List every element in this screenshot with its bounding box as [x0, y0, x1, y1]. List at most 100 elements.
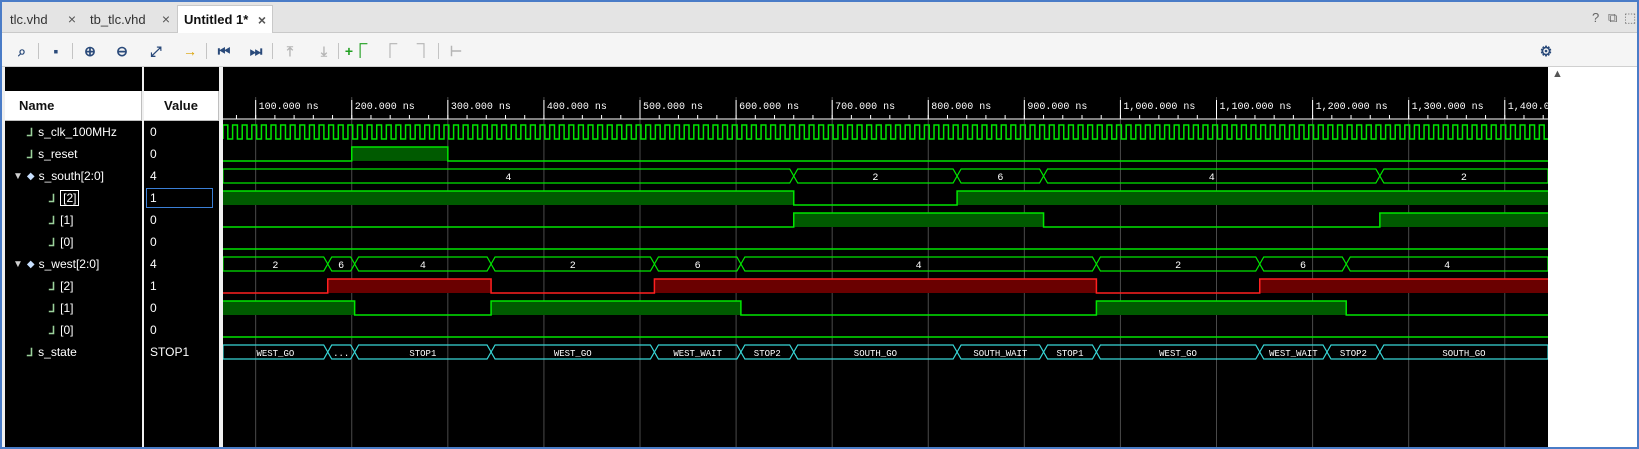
south-bit2-waveform-high-fill	[223, 191, 794, 205]
tab-bar: tlc.vhd × tb_tlc.vhd × Untitled 1* × ? ⧉…	[2, 2, 1637, 33]
state-bus-label: WEST_WAIT	[1269, 349, 1318, 359]
close-icon[interactable]: ×	[68, 11, 76, 27]
south-bus-label: 4	[1209, 173, 1215, 184]
south-bit2-waveform-high-fill	[957, 191, 1548, 205]
zoom-out-icon[interactable]: ⊖	[112, 41, 132, 61]
signal-value: STOP1	[150, 345, 190, 359]
west-bus-label: 2	[1175, 261, 1181, 272]
go-to-cursor-icon[interactable]: →	[180, 41, 200, 61]
signal-value: 4	[150, 257, 157, 271]
signal-row-s-west-2[interactable]: ⅃ [2]	[49, 275, 73, 297]
close-icon[interactable]: ×	[258, 12, 266, 28]
west-bus-label: 4	[916, 261, 922, 272]
go-to-start-icon[interactable]: ⏮	[214, 41, 234, 61]
scroll-up-icon[interactable]: ▲	[1552, 68, 1563, 80]
signal-name: [0]	[60, 323, 74, 337]
save-icon[interactable]: ▪	[46, 41, 66, 61]
state-bus-label: ...	[333, 349, 349, 359]
south-bit1-waveform-high-fill	[793, 213, 1044, 227]
signal-value: 1	[150, 279, 157, 293]
signal-icon: ⅃	[49, 214, 56, 227]
name-column-header[interactable]: Name	[5, 91, 142, 121]
signal-row-s-south[interactable]: ▼ ◆ s_south[2:0]	[13, 165, 104, 187]
toolbar-separator	[72, 43, 73, 59]
signal-icon: ⅃	[27, 126, 34, 139]
swap-cursors-icon[interactable]: ⊢	[446, 41, 466, 61]
signal-value: 0	[150, 235, 157, 249]
tab-tb-tlc-vhd[interactable]: tb_tlc.vhd ×	[84, 5, 176, 33]
waveform-pane[interactable]: 100.000 ns 200.000 ns 300.000 ns 400.000 ns…	[223, 67, 1548, 449]
west-bus-label: 2	[272, 261, 278, 272]
signal-row-s-south-0[interactable]: ⅃ [0]	[49, 231, 73, 253]
vertical-scrollbar[interactable]	[1548, 67, 1637, 447]
state-bus-label: SOUTH_GO	[854, 349, 897, 359]
signal-icon: ⅃	[49, 302, 56, 315]
previous-transition-icon[interactable]: ⤒	[280, 41, 300, 61]
signal-name: [0]	[60, 235, 74, 249]
waveform-canvas[interactable]: 100.000 ns 200.000 ns 300.000 ns 400.000 ns…	[223, 67, 1548, 449]
signal-value-pane: Value 0 0 4 1 0 0 4 1 0 0 STOP1	[144, 67, 219, 447]
signal-value: 0	[150, 213, 157, 227]
signal-row-s-state[interactable]: ⅃ s_state	[27, 341, 77, 363]
west-bit1-waveform	[223, 300, 1548, 316]
maximize-icon[interactable]: ⬚	[1624, 10, 1636, 26]
value-input[interactable]: 1	[146, 188, 213, 208]
restore-icon[interactable]: ⧉	[1608, 10, 1617, 26]
signal-name: [2]	[60, 190, 80, 206]
state-bus-label: SOUTH_GO	[1442, 349, 1485, 359]
close-icon[interactable]: ×	[162, 11, 170, 27]
state-bus-label: STOP2	[1340, 349, 1367, 359]
time-ruler-label: 100.000 ns	[259, 102, 319, 113]
help-icon[interactable]: ?	[1592, 10, 1599, 25]
zoom-fit-icon[interactable]: ⤢	[146, 41, 166, 61]
south-bus-label: 4	[505, 173, 511, 184]
west-bit2-waveform-high-fill	[654, 279, 1097, 293]
chevron-down-icon[interactable]: ▼	[13, 171, 23, 182]
zoom-in-icon[interactable]: ⊕	[80, 41, 100, 61]
toolbar-separator	[38, 43, 39, 59]
state-bus-label: STOP1	[409, 349, 436, 359]
tab-tlc-vhd[interactable]: tlc.vhd ×	[4, 5, 82, 33]
next-transition-icon[interactable]: ⤓	[314, 41, 334, 61]
state-bus-label: WEST_GO	[256, 349, 294, 359]
state-bus-label: WEST_GO	[554, 349, 592, 359]
signal-icon: ⅃	[27, 148, 34, 161]
signal-row-s-west-1[interactable]: ⅃ [1]	[49, 297, 73, 319]
signal-icon: ⅃	[49, 192, 56, 205]
bus-icon: ◆	[26, 170, 35, 182]
toolbar-separator	[338, 43, 339, 59]
signal-row-s-clk[interactable]: ⅃ s_clk_100MHz	[27, 121, 117, 143]
value-column-header[interactable]: Value	[144, 91, 219, 121]
signal-row-s-reset[interactable]: ⅃ s_reset	[27, 143, 78, 165]
signal-value: 0	[150, 323, 157, 337]
go-to-end-icon[interactable]: ⏭	[246, 41, 266, 61]
signal-row-s-west-0[interactable]: ⅃ [0]	[49, 319, 73, 341]
tab-label: tb_tlc.vhd	[90, 11, 146, 27]
previous-marker-icon[interactable]: ⎾	[380, 41, 400, 61]
time-ruler-label: 400.000 ns	[547, 102, 607, 113]
signal-row-s-south-1[interactable]: ⅃ [1]	[49, 209, 73, 231]
tab-untitled-1[interactable]: Untitled 1* ×	[177, 5, 273, 33]
signal-row-s-south-2[interactable]: ⅃ [2]	[49, 187, 80, 209]
signal-icon: ⅃	[27, 346, 34, 359]
signal-name: [1]	[60, 213, 74, 227]
signal-name: [1]	[60, 301, 74, 315]
signal-row-s-west[interactable]: ▼ ◆ s_west[2:0]	[13, 253, 99, 275]
add-marker-icon[interactable]: +⎾	[345, 41, 367, 61]
signal-value: 0	[150, 301, 157, 315]
south-bus-label: 2	[1461, 173, 1467, 184]
signal-name: s_clk_100MHz	[38, 125, 117, 139]
next-marker-icon[interactable]: ⏋	[414, 41, 434, 61]
signal-value-editor[interactable]: 1	[146, 187, 213, 209]
time-ruler-label: 700.000 ns	[835, 102, 895, 113]
time-ruler-label: 200.000 ns	[355, 102, 415, 113]
gear-icon[interactable]: ⚙	[1536, 41, 1556, 61]
signal-name-pane: Name ⅃ s_clk_100MHz ⅃ s_reset ▼ ◆ s_sout…	[5, 67, 142, 447]
toolbar-separator	[206, 43, 207, 59]
time-ruler-label: 1,200.000 ns	[1316, 102, 1388, 113]
search-icon[interactable]: ⌕	[12, 41, 32, 61]
time-ruler-label: 500.000 ns	[643, 102, 703, 113]
time-ruler-label: 300.000 ns	[451, 102, 511, 113]
chevron-down-icon[interactable]: ▼	[13, 259, 23, 270]
signal-name: s_south[2:0]	[38, 169, 104, 183]
